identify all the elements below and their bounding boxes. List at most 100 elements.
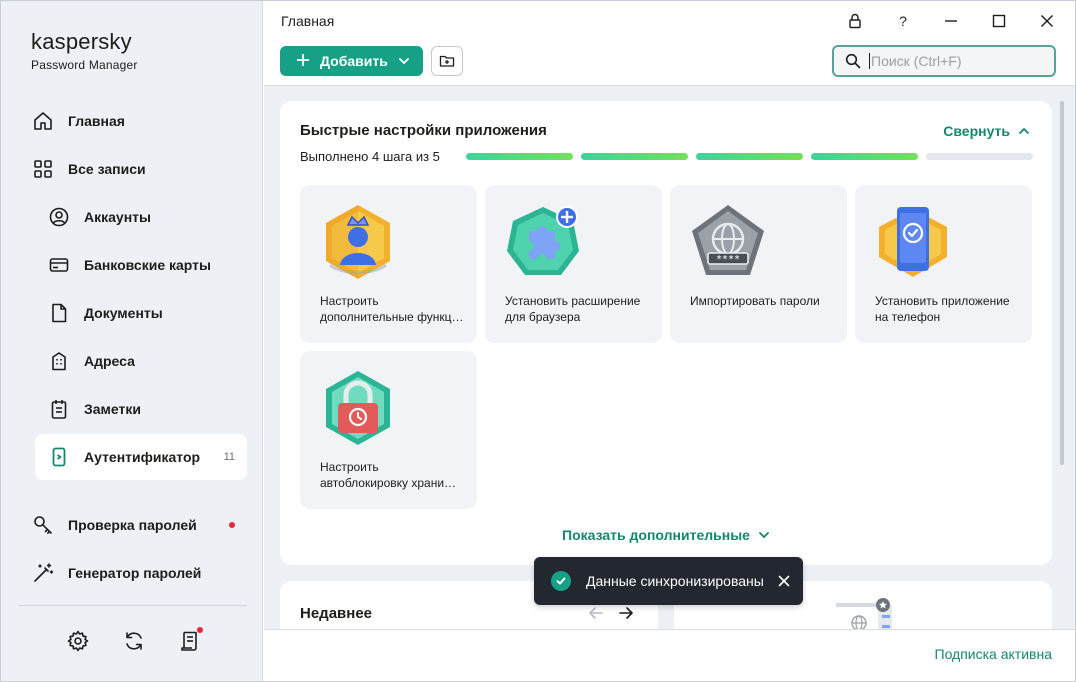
import-globe-icon: **** (688, 201, 768, 283)
show-more-button[interactable]: Показать дополнительные (280, 527, 1052, 543)
crown-user-icon (318, 201, 398, 283)
sidebar-item-password-generator[interactable]: Генератор паролей (19, 550, 247, 596)
user-circle-icon (47, 205, 71, 229)
lock-timer-icon (318, 367, 398, 449)
progress-step-4 (811, 153, 918, 160)
window-title: Главная (281, 13, 335, 29)
notification-dot (197, 627, 203, 633)
sidebar-item-label: Главная (68, 113, 125, 129)
chevron-up-icon (1018, 125, 1030, 137)
tile-label: Импортировать пароли (690, 294, 820, 308)
add-button[interactable]: Добавить (280, 46, 423, 76)
plus-icon (296, 53, 312, 69)
check-circle-icon (551, 571, 571, 591)
lock-button[interactable] (842, 9, 868, 33)
sidebar-item-bank-cards[interactable]: Банковские карты (35, 242, 247, 288)
phone-check-icon (873, 201, 953, 283)
arrow-right-icon[interactable] (618, 605, 634, 621)
search-input[interactable] (869, 53, 1039, 69)
recent-title: Недавнее (300, 605, 373, 622)
sidebar-item-password-check[interactable]: Проверка паролей (19, 502, 247, 548)
tile-browser-extension[interactable]: Установить расширение для браузера (485, 185, 662, 343)
sidebar-item-label: Все записи (68, 161, 146, 177)
sidebar-item-label: Адреса (84, 353, 135, 369)
app-window: kaspersky Password Manager Главная Все з… (0, 0, 1076, 682)
building-icon (47, 349, 71, 373)
sync-button[interactable] (120, 627, 148, 655)
sidebar-item-label: Проверка паролей (68, 517, 197, 533)
toast-close-icon[interactable] (778, 575, 790, 587)
search-icon (845, 53, 861, 69)
key-check-icon (31, 513, 55, 537)
collapse-button[interactable]: Свернуть (943, 123, 1030, 139)
arrow-left-icon[interactable] (588, 605, 604, 621)
settings-button[interactable] (64, 627, 92, 655)
close-button[interactable] (1034, 9, 1060, 33)
grid-icon (31, 157, 55, 181)
settings-gear-icon (66, 629, 90, 653)
product-name: Password Manager (31, 58, 138, 72)
progress-step-5 (926, 153, 1033, 160)
recent-pager (588, 605, 634, 621)
sidebar-item-label: Документы (84, 305, 163, 321)
sidebar-item-documents[interactable]: Документы (35, 290, 247, 336)
progress-step-3 (696, 153, 803, 160)
content-scrollbar[interactable] (1060, 101, 1064, 465)
help-button[interactable]: ? (890, 9, 916, 33)
sidebar-item-label: Генератор паролей (68, 565, 202, 581)
brand-name: kaspersky (31, 29, 132, 54)
alert-dot (229, 522, 235, 528)
tile-label: Установить приложение на телефон (875, 294, 1010, 324)
sync-toast: Данные синхронизированы (534, 557, 803, 605)
maximize-button[interactable] (986, 9, 1012, 33)
sidebar-item-all-records[interactable]: Все записи (19, 146, 247, 192)
sidebar-item-label: Банковские карты (84, 257, 211, 273)
quick-setup-card: Быстрые настройки приложения Свернуть Вы… (280, 101, 1052, 565)
chevron-down-icon (398, 55, 410, 67)
home-icon (31, 109, 55, 133)
show-more-label: Показать дополнительные (562, 527, 750, 543)
maximize-icon (992, 14, 1006, 28)
progress-text: Выполнено 4 шага из 5 (300, 149, 440, 164)
document-icon (47, 301, 71, 325)
add-button-label: Добавить (320, 53, 388, 69)
magic-wand-icon (31, 561, 55, 585)
lock-icon (848, 13, 862, 29)
status-footer: Подписка активна (264, 629, 1075, 681)
tile-label: Установить расширение для браузера (505, 294, 641, 324)
toast-message: Данные синхронизированы (586, 573, 764, 589)
tile-additional-features[interactable]: Настроить дополнительные функц… (300, 185, 477, 343)
sidebar-item-addresses[interactable]: Адреса (35, 338, 247, 384)
chevron-down-icon (758, 529, 770, 541)
progress-step-2 (581, 153, 688, 160)
authenticator-count-badge: 11 (223, 451, 235, 463)
sidebar-item-notes[interactable]: Заметки (35, 386, 247, 432)
sidebar-item-authenticator[interactable]: Аутентификатор 11 (35, 434, 247, 480)
subscription-status-link[interactable]: Подписка активна (935, 646, 1052, 662)
puzzle-extension-icon (503, 201, 583, 283)
help-icon: ? (899, 13, 907, 29)
tile-import-passwords[interactable]: **** Импортировать пароли (670, 185, 847, 343)
sidebar-item-label: Заметки (84, 401, 141, 417)
svg-text:****: **** (716, 254, 740, 265)
folder-plus-icon (439, 53, 455, 69)
tile-label: Настроить дополнительные функц… (320, 294, 464, 324)
sidebar-item-accounts[interactable]: Аккаунты (35, 194, 247, 240)
sidebar-item-home[interactable]: Главная (19, 98, 247, 144)
collapse-label: Свернуть (943, 123, 1010, 139)
search-box[interactable] (832, 45, 1056, 77)
authenticator-icon (47, 445, 71, 469)
minimize-icon (944, 14, 958, 28)
minimize-button[interactable] (938, 9, 964, 33)
sidebar-item-label: Аутентификатор (84, 449, 201, 465)
quick-setup-title: Быстрые настройки приложения (300, 122, 547, 139)
tile-install-mobile-app[interactable]: Установить приложение на телефон (855, 185, 1032, 343)
close-icon (1040, 14, 1054, 28)
report-button[interactable] (176, 627, 204, 655)
add-folder-button[interactable] (431, 46, 463, 76)
sidebar-item-label: Аккаунты (84, 209, 151, 225)
app-logo: kaspersky Password Manager (31, 29, 138, 72)
progress-step-1 (466, 153, 573, 160)
tile-auto-lock[interactable]: Настроить автоблокировку храни… (300, 351, 477, 509)
notepad-icon (47, 397, 71, 421)
